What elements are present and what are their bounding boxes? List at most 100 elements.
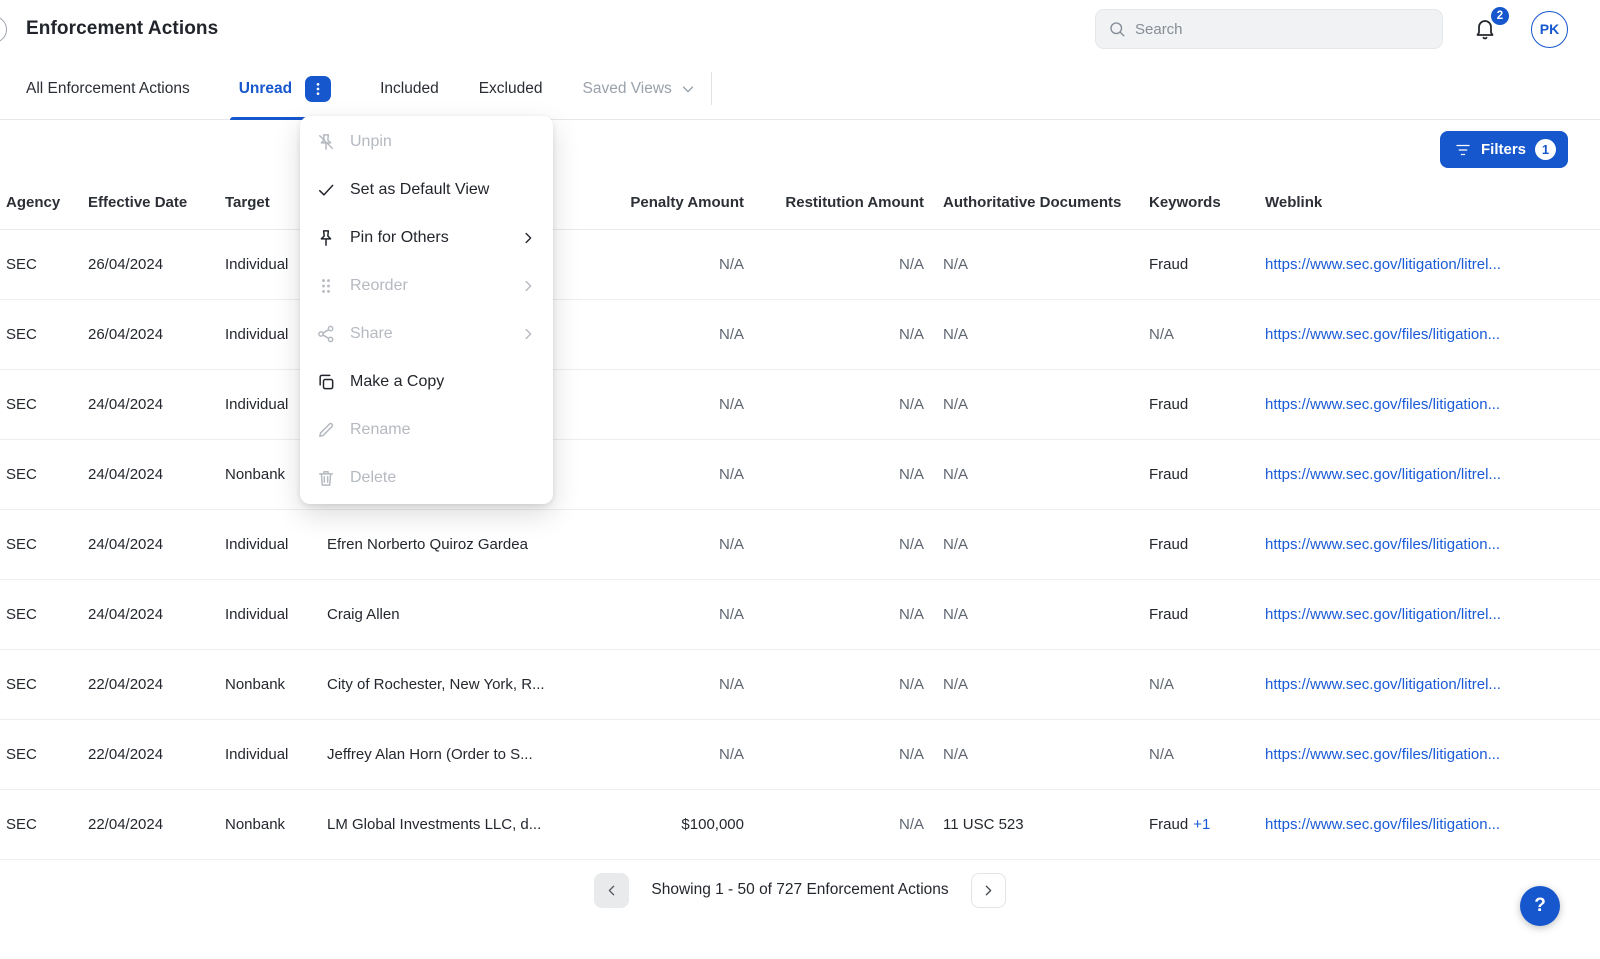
cell-weblink: https://www.sec.gov/files/litigation...	[1265, 746, 1600, 763]
cell-agency: SEC	[0, 676, 88, 693]
cell-target: Nonbank	[225, 676, 327, 693]
pagination: Showing 1 - 50 of 727 Enforcement Action…	[0, 860, 1600, 920]
notification-count-badge: 2	[1491, 7, 1509, 25]
next-page-button[interactable]	[971, 873, 1006, 908]
help-button[interactable]: ?	[1520, 886, 1560, 926]
cell-weblink: https://www.sec.gov/files/litigation...	[1265, 326, 1600, 343]
chevron-right-icon	[519, 277, 537, 295]
trash-icon	[316, 468, 336, 488]
tab-label: Excluded	[479, 80, 543, 98]
app-root: Enforcement Actions 2 PK All Enforcement…	[0, 0, 1600, 959]
filter-icon	[1454, 141, 1472, 159]
menu-item-set-as-default-view[interactable]: Set as Default View	[300, 166, 553, 214]
drag-icon	[316, 276, 336, 296]
cell-keywords: N/A	[1134, 326, 1265, 343]
table-row[interactable]: SEC24/04/2024IndividualN/AN/AN/AFraudhtt…	[0, 370, 1600, 440]
keyword-label: Fraud	[1149, 466, 1188, 483]
menu-item-rename: Rename	[300, 406, 553, 454]
cell-agency: SEC	[0, 816, 88, 833]
weblink-link[interactable]: https://www.sec.gov/files/litigation...	[1265, 536, 1500, 553]
keyword-label: Fraud	[1149, 536, 1188, 553]
cell-effective_date: 24/04/2024	[88, 606, 225, 623]
tab-label: Unread	[239, 80, 292, 98]
chevron-right-icon	[980, 882, 997, 899]
tab-all-enforcement-actions[interactable]: All Enforcement Actions	[26, 58, 190, 119]
table-row[interactable]: SEC24/04/2024IndividualEfren Norberto Qu…	[0, 510, 1600, 580]
cell-restitution_amount: N/A	[748, 746, 928, 763]
cell-restitution_amount: N/A	[748, 256, 928, 273]
weblink-link[interactable]: https://www.sec.gov/litigation/litrel...	[1265, 606, 1501, 623]
cell-penalty_amount: N/A	[562, 536, 748, 553]
cell-keywords: Fraud	[1134, 536, 1265, 553]
table-row[interactable]: SEC24/04/2024IndividualCraig AllenN/AN/A…	[0, 580, 1600, 650]
keywords-more-link[interactable]: +1	[1193, 816, 1210, 833]
table-header-row: AgencyEffective DateTargetPenalty Amount…	[0, 176, 1600, 230]
sidebar-toggle-button[interactable]	[0, 16, 7, 43]
cell-authoritative_documents: N/A	[928, 396, 1134, 413]
weblink-link[interactable]: https://www.sec.gov/litigation/litrel...	[1265, 676, 1501, 693]
cell-weblink: https://www.sec.gov/files/litigation...	[1265, 396, 1600, 413]
search-input[interactable]	[1135, 21, 1430, 38]
table-row[interactable]: SEC26/04/2024IndividualN/AN/AN/AN/Ahttps…	[0, 300, 1600, 370]
column-header-keywords: Keywords	[1134, 194, 1265, 211]
cell-agency: SEC	[0, 466, 88, 483]
cell-restitution_amount: N/A	[748, 396, 928, 413]
menu-item-delete: Delete	[300, 454, 553, 502]
table-row[interactable]: SEC24/04/2024NonbankN/AN/AN/AFraudhttps:…	[0, 440, 1600, 510]
cell-penalty_amount: N/A	[562, 606, 748, 623]
filters-label: Filters	[1481, 141, 1526, 158]
avatar[interactable]: PK	[1531, 11, 1568, 48]
filters-button[interactable]: Filters 1	[1440, 131, 1568, 168]
cell-keywords: Fraud	[1134, 466, 1265, 483]
weblink-link[interactable]: https://www.sec.gov/files/litigation...	[1265, 396, 1500, 413]
cell-effective_date: 22/04/2024	[88, 816, 225, 833]
cell-restitution_amount: N/A	[748, 536, 928, 553]
table-row[interactable]: SEC22/04/2024NonbankLM Global Investment…	[0, 790, 1600, 860]
cell-authoritative_documents: N/A	[928, 536, 1134, 553]
keyword-label: N/A	[1149, 676, 1174, 693]
cell-agency: SEC	[0, 396, 88, 413]
page-title: Enforcement Actions	[26, 18, 218, 40]
weblink-link[interactable]: https://www.sec.gov/files/litigation...	[1265, 816, 1500, 833]
cell-penalty_amount: N/A	[562, 466, 748, 483]
tab-options-kebab-button[interactable]	[305, 76, 331, 102]
column-header-weblink: Weblink	[1265, 194, 1600, 211]
cell-name: Efren Norberto Quiroz Gardea	[327, 536, 562, 553]
table-row[interactable]: SEC22/04/2024NonbankCity of Rochester, N…	[0, 650, 1600, 720]
pencil-icon	[316, 420, 336, 440]
cell-agency: SEC	[0, 606, 88, 623]
cell-name: Craig Allen	[327, 606, 562, 623]
copy-icon	[316, 372, 336, 392]
share-icon	[316, 324, 336, 344]
notifications-button[interactable]: 2	[1473, 12, 1501, 46]
cell-effective_date: 22/04/2024	[88, 746, 225, 763]
saved-views-dropdown[interactable]: Saved Views	[582, 58, 696, 119]
table-row[interactable]: SEC22/04/2024IndividualJeffrey Alan Horn…	[0, 720, 1600, 790]
search-icon	[1108, 20, 1126, 38]
chevron-down-icon	[679, 80, 697, 98]
cell-weblink: https://www.sec.gov/litigation/litrel...	[1265, 256, 1600, 273]
previous-page-button[interactable]	[594, 873, 629, 908]
menu-item-pin-for-others[interactable]: Pin for Others	[300, 214, 553, 262]
weblink-link[interactable]: https://www.sec.gov/files/litigation...	[1265, 746, 1500, 763]
menu-item-unpin: Unpin	[300, 118, 553, 166]
cell-effective_date: 26/04/2024	[88, 326, 225, 343]
tab-unread[interactable]: Unread	[230, 58, 340, 119]
weblink-link[interactable]: https://www.sec.gov/files/litigation...	[1265, 326, 1500, 343]
weblink-link[interactable]: https://www.sec.gov/litigation/litrel...	[1265, 256, 1501, 273]
cell-keywords: Fraud	[1134, 256, 1265, 273]
menu-item-reorder: Reorder	[300, 262, 553, 310]
cell-target: Individual	[225, 606, 327, 623]
chevron-right-icon	[519, 229, 537, 247]
cell-effective_date: 24/04/2024	[88, 396, 225, 413]
weblink-link[interactable]: https://www.sec.gov/litigation/litrel...	[1265, 466, 1501, 483]
tab-excluded[interactable]: Excluded	[479, 58, 543, 119]
cell-target: Individual	[225, 746, 327, 763]
column-header-restitution_amount: Restitution Amount	[748, 194, 928, 211]
table-row[interactable]: SEC26/04/2024IndividualN/AN/AN/AFraudhtt…	[0, 230, 1600, 300]
tab-included[interactable]: Included	[380, 58, 439, 119]
column-header-authoritative_documents: Authoritative Documents	[928, 194, 1134, 211]
view-options-context-menu: UnpinSet as Default ViewPin for OthersRe…	[300, 116, 553, 504]
cell-authoritative_documents: N/A	[928, 606, 1134, 623]
menu-item-make-a-copy[interactable]: Make a Copy	[300, 358, 553, 406]
